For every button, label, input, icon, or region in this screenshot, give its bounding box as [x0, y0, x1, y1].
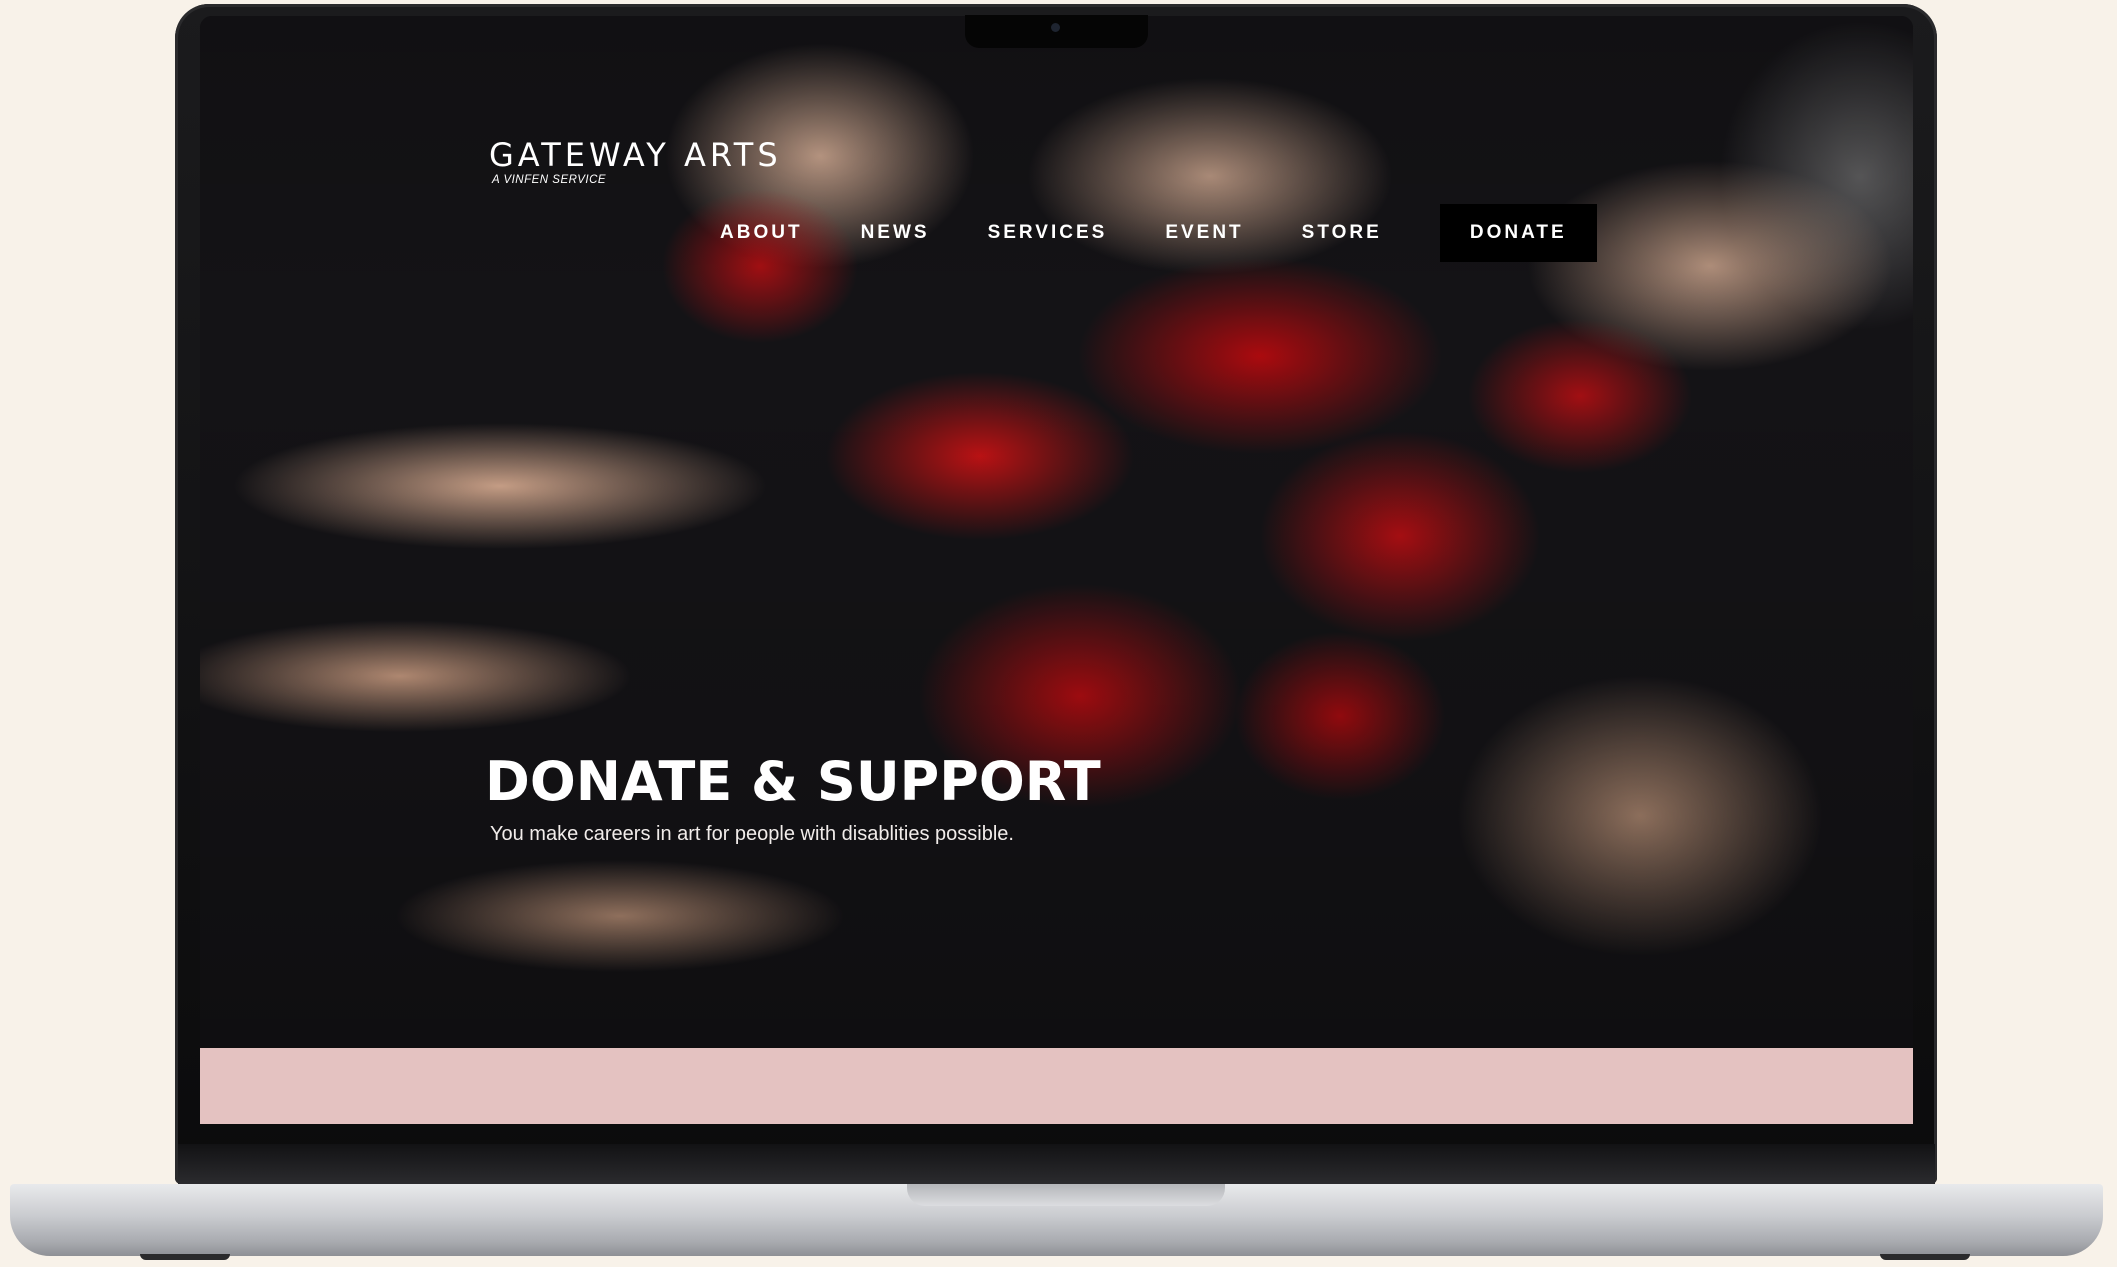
camera-notch [965, 15, 1148, 48]
laptop-chin [178, 1144, 1935, 1184]
laptop-mockup: GATEWAY ARTS A VINFEN SERVICE ABOUT NEWS… [0, 0, 2117, 1267]
nav-link-about[interactable]: ABOUT [720, 222, 803, 244]
site-logo[interactable]: GATEWAY ARTS A VINFEN SERVICE [489, 137, 782, 187]
donate-button[interactable]: DONATE [1439, 204, 1597, 262]
laptop-foot [1880, 1254, 1970, 1260]
logo-subtitle: A VINFEN SERVICE [492, 174, 607, 186]
section-band [200, 1048, 1913, 1124]
hero-subcopy: You make careers in art for people with … [490, 823, 1014, 845]
laptop-opening-notch [907, 1184, 1225, 1206]
camera-icon [1051, 23, 1060, 32]
hero-overlay [200, 16, 1913, 1048]
laptop-base [10, 1184, 2103, 1256]
nav-link-news[interactable]: NEWS [861, 222, 930, 244]
nav-link-services[interactable]: SERVICES [988, 222, 1108, 244]
nav-link-store[interactable]: STORE [1302, 222, 1382, 244]
hero-headline: DONATE & SUPPORT [485, 750, 1101, 813]
browser-viewport: GATEWAY ARTS A VINFEN SERVICE ABOUT NEWS… [200, 16, 1913, 1124]
nav-link-event[interactable]: EVENT [1165, 222, 1243, 244]
laptop-foot [140, 1254, 230, 1260]
logo-title: GATEWAY ARTS [489, 136, 782, 174]
main-navigation: ABOUT NEWS SERVICES EVENT STORE DONATE [720, 204, 1597, 262]
